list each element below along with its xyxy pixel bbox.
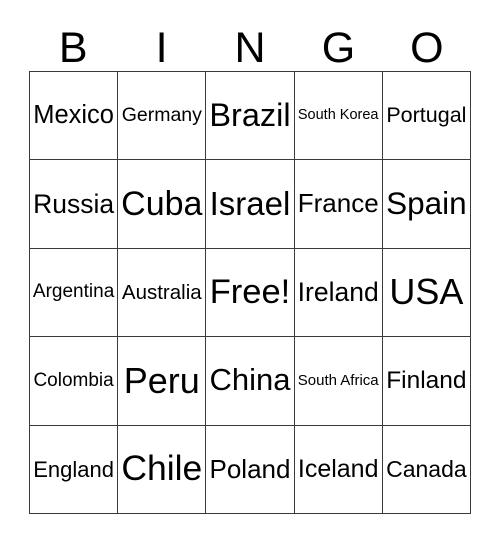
bingo-cell-label: Russia [33, 189, 115, 220]
bingo-cell-label: Ireland [297, 277, 379, 308]
bingo-cell[interactable]: Cuba [118, 160, 207, 249]
bingo-cell[interactable]: Spain [382, 160, 471, 249]
bingo-cell[interactable]: Canada [382, 425, 471, 514]
bingo-cell[interactable]: Brazil [206, 72, 295, 161]
bingo-cell[interactable]: Iceland [294, 425, 383, 514]
bingo-cell-label: Australia [121, 280, 202, 304]
bingo-cell-label: Portugal [386, 103, 467, 128]
bingo-cell[interactable]: Argentina [30, 248, 119, 338]
header-letter-i: I [155, 24, 168, 72]
bingo-cell[interactable]: England [30, 425, 119, 514]
bingo-cell[interactable]: Poland [206, 425, 295, 514]
bingo-cell[interactable]: South Korea [294, 72, 383, 161]
bingo-cell-label: Colombia [33, 369, 114, 391]
bingo-cell-label: China [209, 362, 291, 398]
bingo-cell-label: England [33, 456, 114, 482]
bingo-cell[interactable]: USA [382, 248, 471, 338]
header-letter-b: B [58, 24, 88, 72]
bingo-cell-label: Brazil [209, 97, 291, 134]
bingo-grid: Mexico Germany Brazil South Korea Portug… [29, 71, 471, 514]
bingo-cell-label: Peru [123, 359, 200, 401]
bingo-cell-label: Germany [121, 104, 202, 127]
bingo-cell[interactable]: Russia [30, 160, 119, 249]
bingo-cell[interactable]: Mexico [30, 72, 119, 161]
bingo-header: B I N G O [29, 18, 471, 71]
bingo-cell-label: Spain [386, 185, 467, 222]
bingo-cell-label: Cuba [121, 185, 203, 224]
bingo-cell-label: South Africa [297, 372, 379, 390]
bingo-cell[interactable]: China [206, 337, 295, 426]
bingo-cell-label: Finland [386, 366, 467, 394]
bingo-cell-free-space[interactable]: Free! [206, 248, 295, 338]
bingo-cell[interactable]: France [294, 160, 383, 249]
bingo-cell-label: Chile [121, 448, 203, 489]
bingo-cell[interactable]: Germany [118, 72, 207, 161]
header-letter-o: O [410, 24, 444, 72]
bingo-cell[interactable]: Peru [118, 337, 207, 426]
bingo-cell-label: Israel [209, 184, 291, 222]
bingo-cell-label: USA [389, 271, 464, 313]
bingo-cell[interactable]: Israel [206, 160, 295, 249]
bingo-free-space-label: Free! [209, 273, 291, 312]
bingo-cell-label: Argentina [32, 281, 115, 303]
header-letter-g: G [321, 24, 356, 72]
bingo-cell[interactable]: Colombia [30, 337, 119, 426]
bingo-cell[interactable]: Ireland [294, 248, 383, 338]
bingo-cell[interactable]: Portugal [382, 72, 471, 161]
bingo-cell-label: France [297, 188, 379, 219]
bingo-cell-label: Mexico [33, 101, 114, 130]
bingo-cell-label: Iceland [297, 455, 379, 484]
bingo-cell-label: South Korea [297, 107, 379, 124]
bingo-cell[interactable]: Australia [118, 248, 207, 338]
bingo-cell[interactable]: Chile [118, 425, 207, 514]
bingo-cell[interactable]: Finland [382, 337, 471, 426]
bingo-card: B I N G O Mexico Germany Brazil South Ko… [0, 0, 500, 544]
bingo-cell-label: Canada [386, 456, 467, 483]
header-letter-n: N [234, 24, 266, 72]
bingo-cell[interactable]: South Africa [294, 337, 383, 426]
bingo-cell-label: Poland [209, 453, 291, 484]
